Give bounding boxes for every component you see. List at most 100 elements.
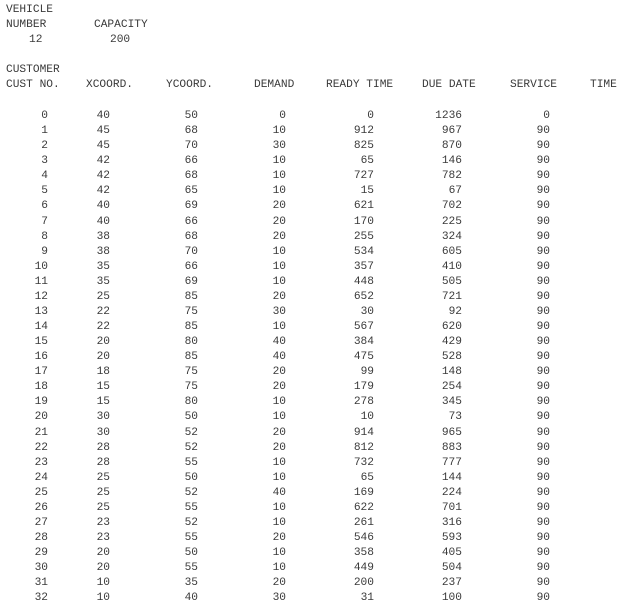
cell-demand: 10 xyxy=(272,260,286,273)
table-row: 32 10 40 30 31 100 90 xyxy=(0,591,629,606)
cell-demand: 10 xyxy=(272,411,286,424)
cell-cust-no: 17 xyxy=(34,366,48,379)
cell-ycoord: 85 xyxy=(184,321,198,333)
cell-ycoord: 75 xyxy=(184,305,198,318)
cell-cust-no: 25 xyxy=(34,486,48,499)
cell-due-date: 965 xyxy=(441,426,462,439)
cell-due-date: 883 xyxy=(441,441,462,454)
vehicle-header-row: NUMBER CAPACITY xyxy=(0,18,629,33)
table-row: 9 38 70 10 534 605 90 xyxy=(0,245,629,260)
cell-demand: 20 xyxy=(272,230,286,243)
cell-xcoord: 38 xyxy=(96,230,110,243)
table-row: 12 25 85 20 652 721 90 xyxy=(0,290,629,305)
table-row: 15 20 80 40 384 429 90 xyxy=(0,335,629,350)
cell-due-date: 100 xyxy=(441,592,462,605)
table-row: 5 42 65 10 15 67 90 xyxy=(0,184,629,199)
cell-demand: 20 xyxy=(272,532,286,544)
cell-service-time: 90 xyxy=(536,486,550,499)
table-row: 16 20 85 40 475 528 90 xyxy=(0,350,629,365)
cell-service-time: 90 xyxy=(536,125,550,138)
cell-xcoord: 20 xyxy=(96,336,110,349)
cell-demand: 40 xyxy=(272,486,286,499)
cell-service-time: 90 xyxy=(536,592,550,605)
cell-demand: 30 xyxy=(272,305,286,318)
cell-demand: 20 xyxy=(272,200,286,213)
vehicle-values-row: 12 200 xyxy=(0,33,629,48)
table-row: 2 45 70 30 825 870 90 xyxy=(0,139,629,154)
table-row: 29 20 50 10 358 405 90 xyxy=(0,546,629,561)
cell-ycoord: 68 xyxy=(184,170,198,183)
cell-ycoord: 50 xyxy=(184,471,198,484)
cell-ycoord: 52 xyxy=(184,426,198,439)
cell-service-time: 90 xyxy=(536,577,550,590)
table-row: 6 40 69 20 621 702 90 xyxy=(0,199,629,214)
cell-ycoord: 66 xyxy=(184,215,198,228)
cell-cust-no: 6 xyxy=(41,200,48,213)
cell-cust-no: 26 xyxy=(34,501,48,514)
cell-due-date: 870 xyxy=(441,140,462,153)
cell-ycoord: 66 xyxy=(184,155,198,168)
header-cust-no: CUST NO. xyxy=(6,79,60,91)
cell-ycoord: 85 xyxy=(184,290,198,303)
header-ycoord: YCOORD. xyxy=(166,79,213,91)
cell-ycoord: 52 xyxy=(184,486,198,499)
cell-xcoord: 22 xyxy=(96,321,110,333)
cell-demand: 20 xyxy=(272,381,286,394)
table-row: 27 23 52 10 261 316 90 xyxy=(0,516,629,531)
table-row: 11 35 69 10 448 505 90 xyxy=(0,275,629,290)
cell-xcoord: 20 xyxy=(96,562,110,575)
cell-demand: 10 xyxy=(272,155,286,168)
table-row: 20 30 50 10 10 73 90 xyxy=(0,410,629,425)
cell-service-time: 90 xyxy=(536,155,550,168)
cell-xcoord: 25 xyxy=(96,471,110,484)
cell-ready-time: 449 xyxy=(353,562,374,575)
cell-ycoord: 40 xyxy=(184,592,198,605)
cell-cust-no: 10 xyxy=(34,260,48,273)
table-row: 30 20 55 10 449 504 90 xyxy=(0,561,629,576)
cell-xcoord: 28 xyxy=(96,456,110,469)
cell-xcoord: 35 xyxy=(96,260,110,273)
cell-service-time: 90 xyxy=(536,351,550,364)
cell-service-time: 90 xyxy=(536,562,550,575)
cell-cust-no: 23 xyxy=(34,456,48,469)
cell-ycoord: 50 xyxy=(184,411,198,424)
cell-xcoord: 45 xyxy=(96,140,110,153)
cell-ready-time: 179 xyxy=(353,381,374,394)
cell-service-time: 90 xyxy=(536,185,550,198)
cell-ready-time: 65 xyxy=(360,155,374,168)
cell-ready-time: 0 xyxy=(367,110,374,122)
cell-ycoord: 68 xyxy=(184,125,198,138)
cell-xcoord: 23 xyxy=(96,532,110,544)
cell-demand: 10 xyxy=(272,170,286,183)
cell-due-date: 528 xyxy=(441,351,462,364)
cell-cust-no: 27 xyxy=(34,516,48,529)
cell-xcoord: 10 xyxy=(96,577,110,590)
cell-xcoord: 20 xyxy=(96,351,110,364)
cell-cust-no: 1 xyxy=(41,125,48,138)
cell-ycoord: 66 xyxy=(184,260,198,273)
cell-due-date: 92 xyxy=(448,305,462,318)
cell-ready-time: 622 xyxy=(353,501,374,514)
cell-xcoord: 28 xyxy=(96,441,110,454)
cell-cust-no: 0 xyxy=(41,110,48,122)
cell-service-time: 90 xyxy=(536,230,550,243)
cell-ycoord: 55 xyxy=(184,562,198,575)
cell-ready-time: 912 xyxy=(353,125,374,138)
header-service: SERVICE xyxy=(510,79,557,91)
cell-ready-time: 200 xyxy=(353,577,374,590)
cell-service-time: 0 xyxy=(543,110,550,122)
table-row: 18 15 75 20 179 254 90 xyxy=(0,380,629,395)
cell-ycoord: 70 xyxy=(184,245,198,258)
table-row: 0 40 50 0 0 1236 0 xyxy=(0,109,629,124)
table-row: 31 10 35 20 200 237 90 xyxy=(0,576,629,591)
cell-ready-time: 914 xyxy=(353,426,374,439)
cell-ready-time: 727 xyxy=(353,170,374,183)
cell-due-date: 225 xyxy=(441,215,462,228)
table-row: 28 23 55 20 546 593 90 xyxy=(0,531,629,546)
cell-xcoord: 35 xyxy=(96,275,110,288)
cell-cust-no: 24 xyxy=(34,471,48,484)
cell-ycoord: 75 xyxy=(184,366,198,379)
cell-cust-no: 3 xyxy=(41,155,48,168)
cell-due-date: 237 xyxy=(441,577,462,590)
cell-due-date: 593 xyxy=(441,532,462,544)
